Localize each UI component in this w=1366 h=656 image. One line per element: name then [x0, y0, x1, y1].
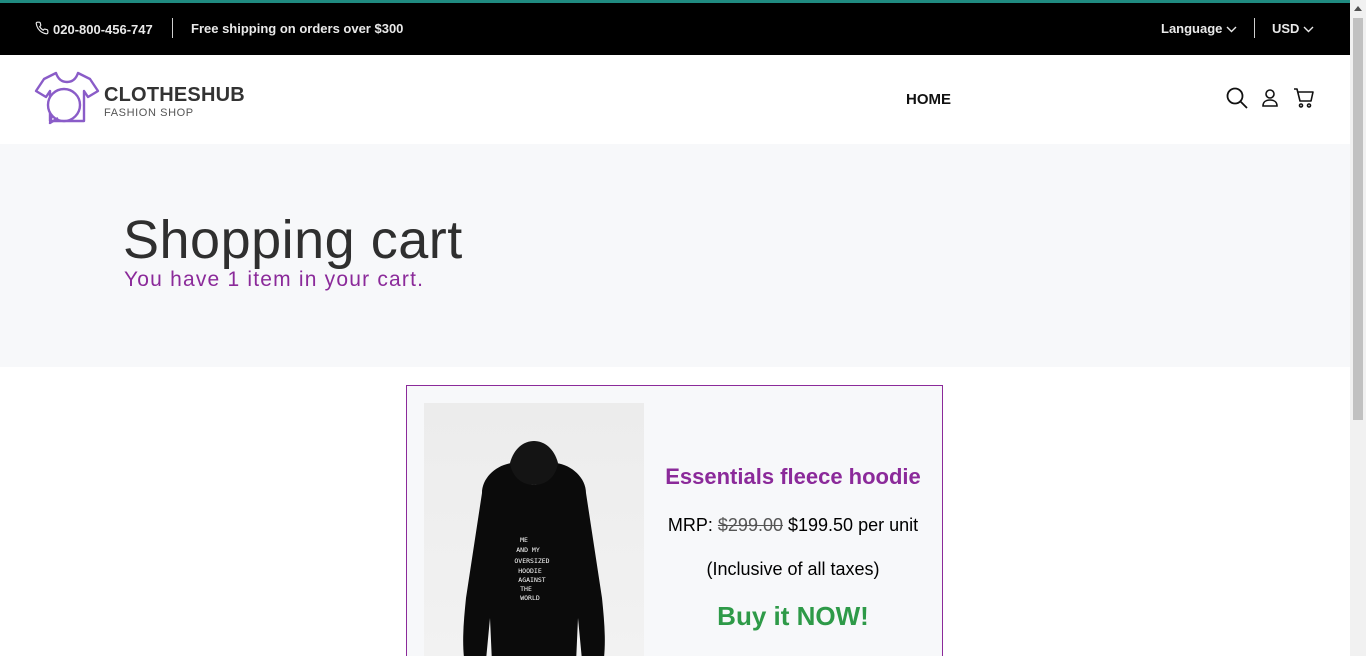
hoodie-print-line: WORLD	[520, 594, 540, 602]
site-logo[interactable]: CLOTHESHUB FASHION SHOP	[34, 71, 245, 132]
cart-item-card: ME AND MY OVERSIZED HOODIE AGAINST THE W…	[406, 385, 943, 656]
cart-count-text: You have 1 item in your cart.	[124, 268, 425, 291]
site-header: CLOTHESHUB FASHION SHOP HOME	[0, 55, 1350, 144]
cart-icon[interactable]	[1293, 88, 1314, 113]
original-price: $299.00	[717, 515, 783, 535]
phone-contact[interactable]: 020-800-456-747	[35, 21, 153, 38]
scrollbar-thumb[interactable]	[1353, 18, 1363, 420]
topbar-divider	[1254, 18, 1255, 38]
brand-tagline: FASHION SHOP	[104, 106, 194, 119]
page-title: Shopping cart	[123, 210, 463, 270]
hoodie-print-line: THE	[520, 585, 532, 593]
product-price: MRP: $299.00 $199.50 per unit	[644, 515, 942, 536]
language-label: Language	[1161, 21, 1223, 36]
tshirt-logo-icon	[34, 71, 100, 132]
taxes-note: (Inclusive of all taxes)	[706, 559, 880, 579]
user-icon[interactable]	[1262, 89, 1278, 112]
language-dropdown[interactable]: Language	[1161, 21, 1237, 36]
mrp-label: MRP:	[667, 515, 713, 535]
topbar-divider	[172, 18, 173, 38]
currency-label: USD	[1272, 21, 1300, 36]
scroll-up-arrow-icon[interactable]	[1350, 0, 1366, 16]
phone-icon	[35, 21, 49, 38]
chevron-down-icon	[1226, 21, 1237, 36]
hoodie-print-line: OVERSIZED	[514, 557, 549, 565]
brand-name: CLOTHESHUB	[104, 83, 245, 106]
hoodie-print-line: ME	[520, 536, 528, 544]
shipping-notice: Free shipping on orders over $300	[191, 21, 404, 36]
top-bar: 020-800-456-747 Free shipping on orders …	[0, 0, 1350, 55]
currency-dropdown[interactable]: USD	[1272, 21, 1314, 36]
buy-now-button[interactable]: Buy it NOW!	[644, 601, 942, 632]
chevron-down-icon	[1303, 21, 1314, 36]
cart-hero: Shopping cart You have 1 item in your ca…	[0, 144, 1350, 367]
product-image[interactable]: ME AND MY OVERSIZED HOODIE AGAINST THE W…	[424, 403, 644, 656]
phone-number: 020-800-456-747	[53, 22, 153, 37]
page-scrollbar[interactable]	[1350, 0, 1366, 656]
hoodie-print-line: AGAINST	[518, 576, 545, 584]
product-name[interactable]: Essentials fleece hoodie	[644, 464, 942, 490]
search-icon[interactable]	[1226, 87, 1248, 114]
sale-price: $199.50 per unit	[788, 515, 919, 535]
hoodie-print-line: HOODIE	[518, 567, 542, 575]
nav-home-link[interactable]: HOME	[906, 91, 951, 108]
hoodie-print-line: AND MY	[516, 546, 540, 554]
